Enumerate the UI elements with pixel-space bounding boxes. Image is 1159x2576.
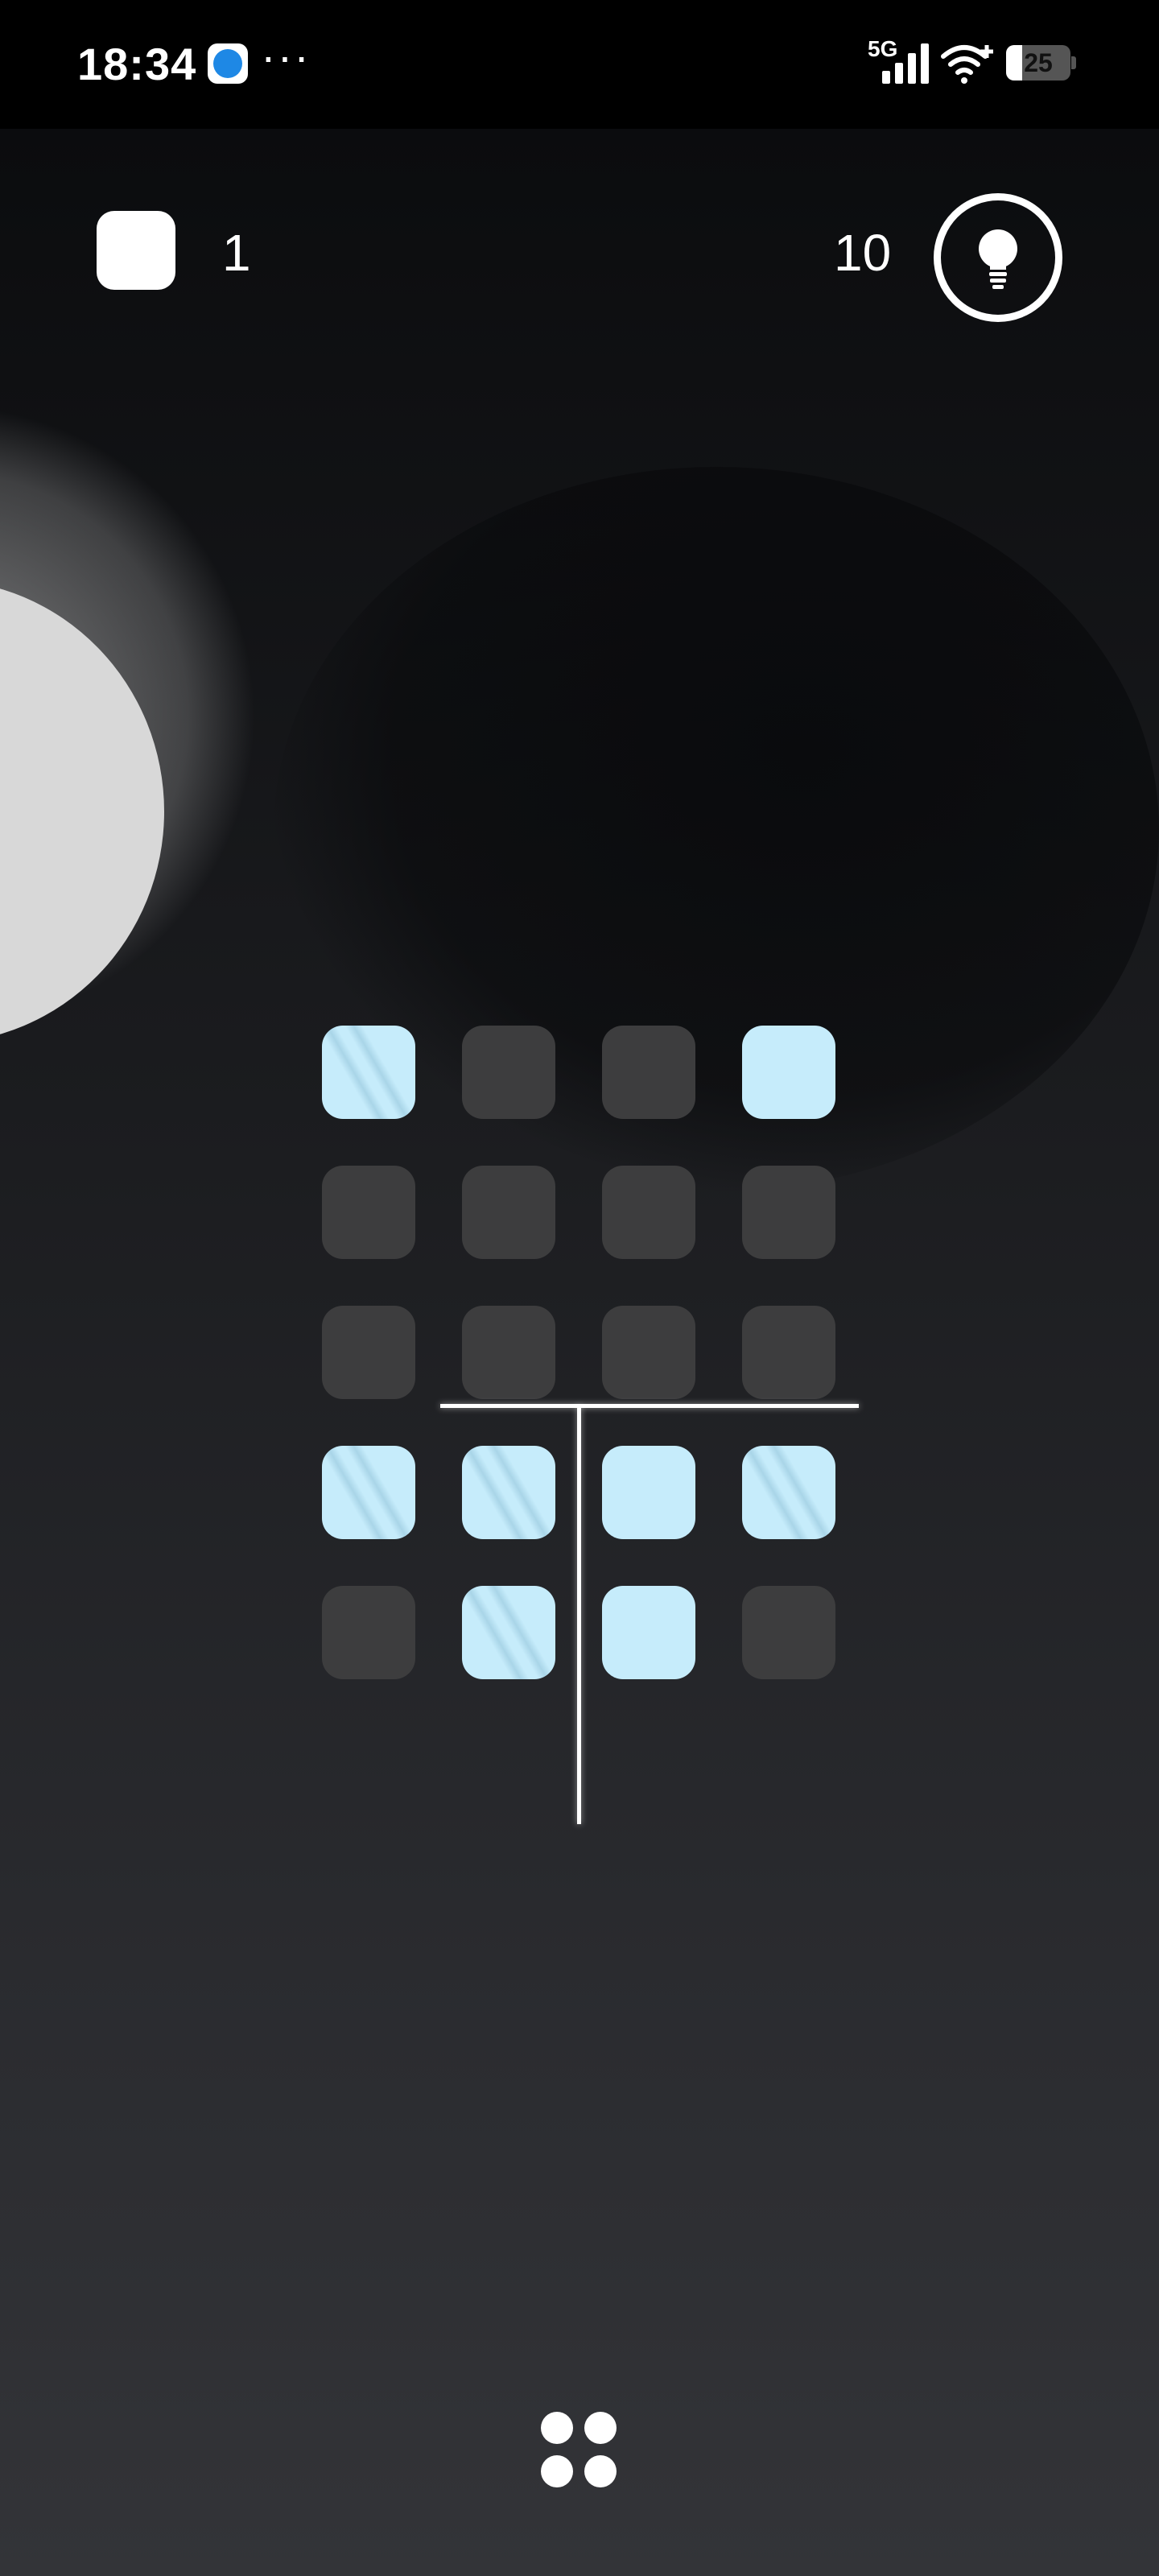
tile-r1-c2[interactable]	[462, 1026, 555, 1119]
tile-r3-c3[interactable]	[602, 1306, 695, 1399]
tile-r5-c2[interactable]	[462, 1586, 555, 1679]
tile-r4-c4[interactable]	[742, 1446, 835, 1539]
tile-r2-c4[interactable]	[742, 1166, 835, 1259]
game-area: 1 10	[0, 129, 1159, 2576]
more-notifications-indicator: ···	[261, 31, 311, 81]
battery-icon: 25	[1006, 45, 1076, 80]
signal-icon	[882, 43, 929, 84]
tile-r5-c1[interactable]	[322, 1586, 415, 1679]
menu-dot	[584, 2455, 617, 2487]
moves-count: 1	[222, 224, 251, 282]
tile-r3-c2[interactable]	[462, 1306, 555, 1399]
app-notification-icon	[208, 43, 248, 84]
tile-r5-c3[interactable]	[602, 1586, 695, 1679]
tile-r2-c2[interactable]	[462, 1166, 555, 1259]
tile-r4-c1[interactable]	[322, 1446, 415, 1539]
tile-r2-c1[interactable]	[322, 1166, 415, 1259]
menu-dot	[541, 2412, 573, 2444]
screen: 18:34 ··· 5G 25 1 10	[0, 0, 1159, 2576]
menu-dot	[584, 2412, 617, 2444]
lightbulb-icon	[979, 229, 1017, 289]
hint-button[interactable]	[934, 193, 1062, 322]
tile-r4-c2[interactable]	[462, 1446, 555, 1539]
tile-r1-c3[interactable]	[602, 1026, 695, 1119]
moves-square-icon	[97, 211, 175, 290]
menu-button[interactable]	[539, 2410, 620, 2491]
wall-horizontal	[440, 1404, 859, 1408]
status-time: 18:34	[77, 39, 197, 89]
tile-r5-c4[interactable]	[742, 1586, 835, 1679]
puzzle-grid	[322, 1026, 859, 1824]
menu-dot	[541, 2455, 573, 2487]
wall-vertical	[577, 1406, 581, 1824]
tile-r3-c4[interactable]	[742, 1306, 835, 1399]
tile-r2-c3[interactable]	[602, 1166, 695, 1259]
hints-count: 10	[834, 224, 892, 282]
tile-r1-c4[interactable]	[742, 1026, 835, 1119]
status-bar: 18:34 ··· 5G 25	[0, 0, 1159, 129]
wifi-icon	[941, 45, 993, 84]
battery-level: 25	[1024, 48, 1053, 77]
tile-r1-c1[interactable]	[322, 1026, 415, 1119]
tile-r3-c1[interactable]	[322, 1306, 415, 1399]
tile-r4-c3[interactable]	[602, 1446, 695, 1539]
